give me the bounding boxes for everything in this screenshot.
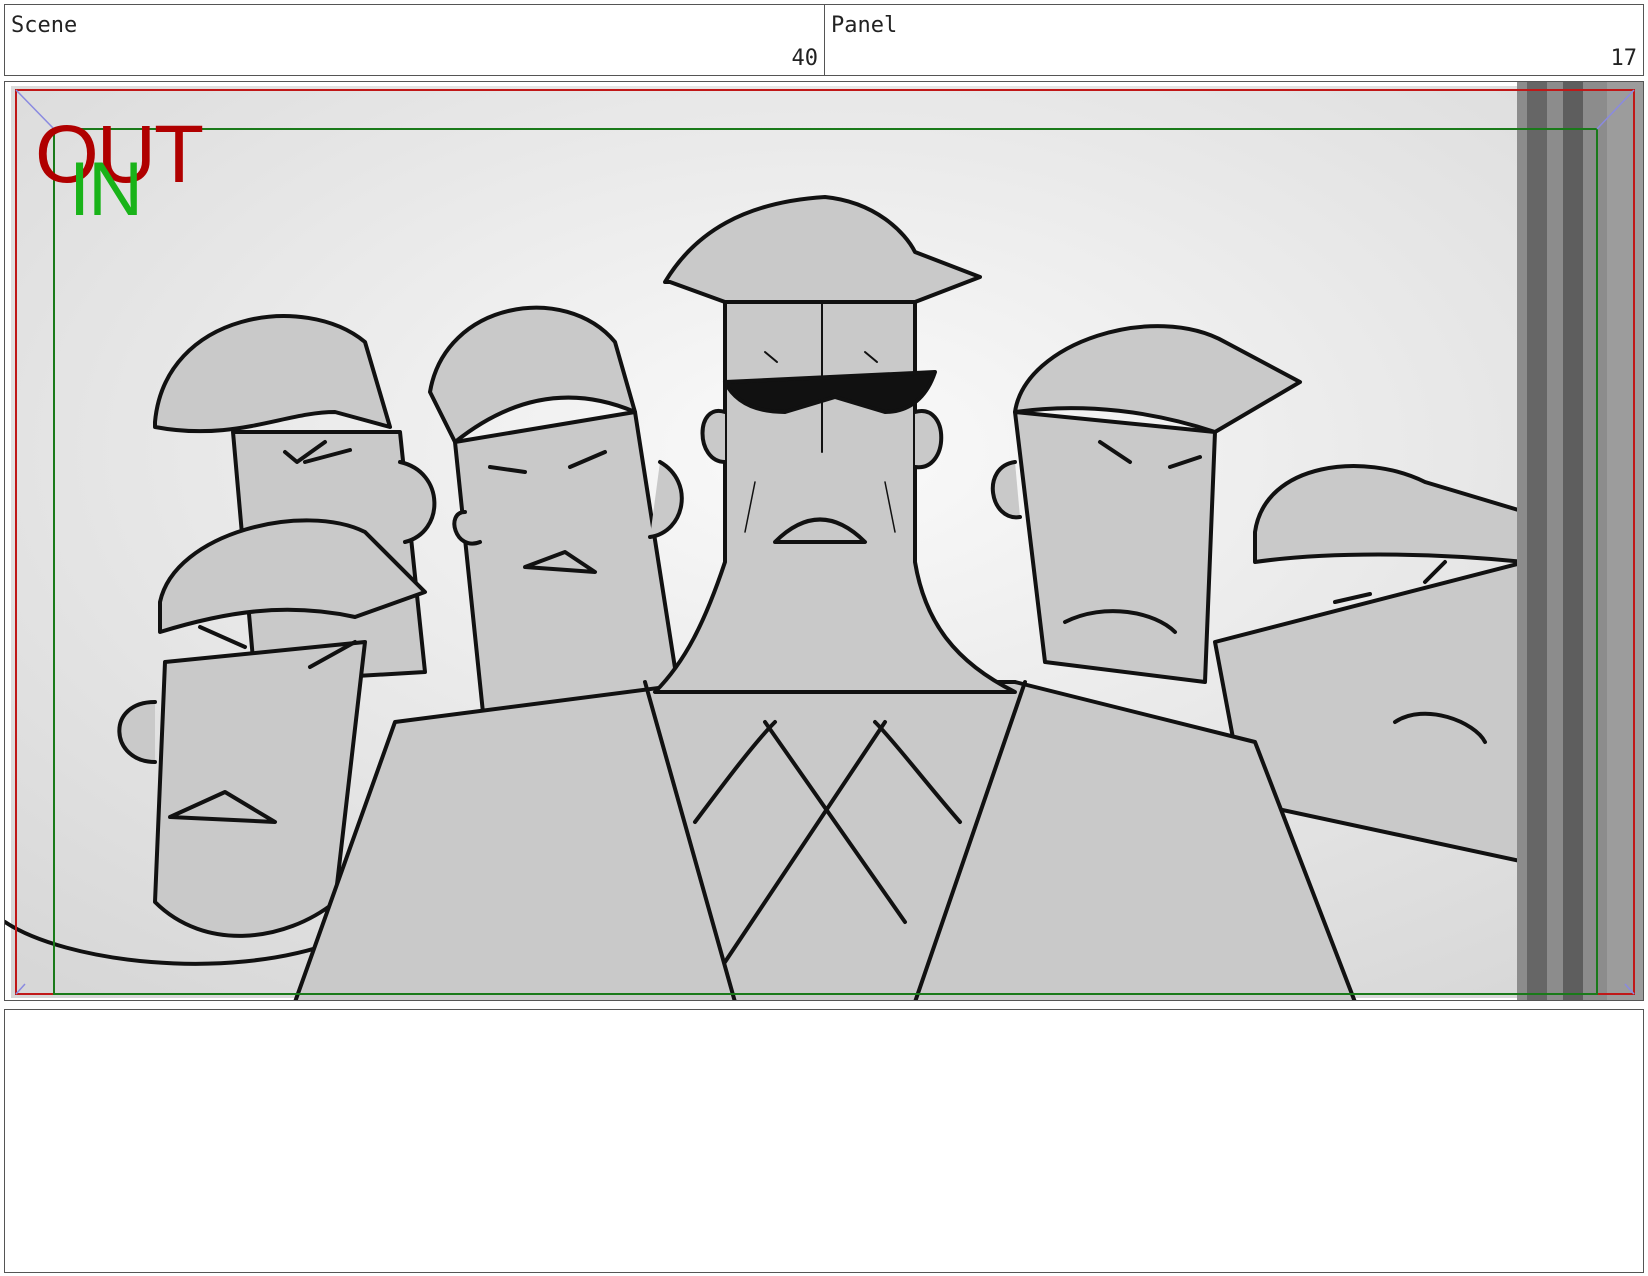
edge-strip: [1517, 82, 1643, 1000]
scene-label: Scene: [11, 13, 78, 38]
panel-cell: Panel 17: [824, 4, 1644, 76]
panel-number: 17: [1610, 46, 1638, 71]
storyboard-panel: OUT IN: [4, 81, 1644, 1001]
in-frame-marker: IN: [69, 147, 143, 232]
scene-number: 40: [791, 46, 819, 71]
panel-drawing: [5, 82, 1643, 1000]
panel-label: Panel: [831, 13, 898, 38]
central-body: [293, 680, 1357, 1000]
scene-cell: Scene 40: [4, 4, 825, 76]
notes-box: [4, 1009, 1644, 1273]
